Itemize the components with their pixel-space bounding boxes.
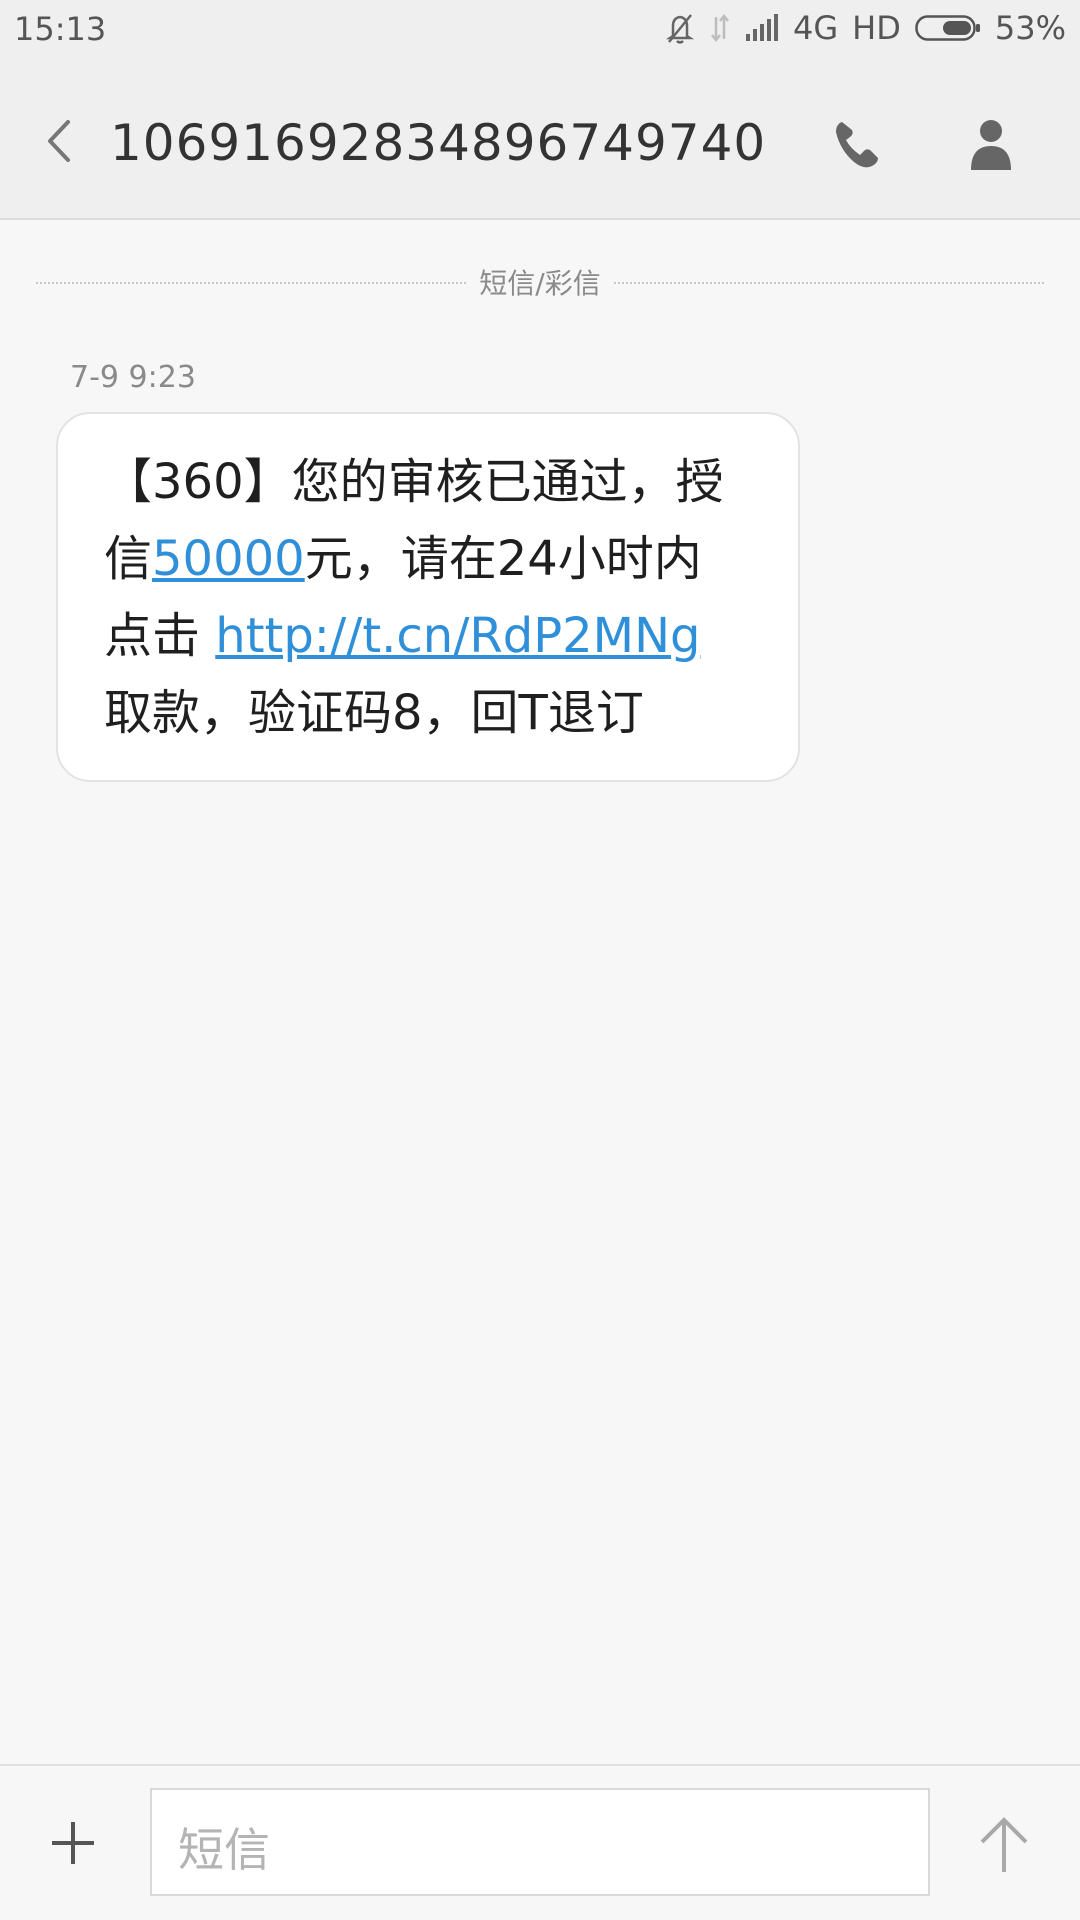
signal-icon xyxy=(746,14,779,41)
url-link[interactable]: http://t.cn/RdP2MNg xyxy=(215,608,700,664)
plus-icon[interactable] xyxy=(50,1820,96,1866)
message-type-divider: 短信/彩信 xyxy=(36,262,1044,302)
status-icons: 4G HD 53% xyxy=(665,8,1066,48)
status-bar: 15:13 4G HD 53% xyxy=(0,0,1080,56)
message-text: 元，请在24小时内 xyxy=(304,531,702,587)
back-chevron-icon[interactable] xyxy=(38,116,78,166)
message-timestamp: 7-9 9:23 xyxy=(70,360,196,395)
battery-percent: 53% xyxy=(994,9,1066,47)
message-line: 点击 http://t.cn/RdP2MNg xyxy=(104,598,760,675)
hd-indicator: HD xyxy=(852,9,901,47)
message-bubble[interactable]: 【360】您的审核已通过，授 信50000元，请在24小时内 点击 http:/… xyxy=(56,412,800,782)
message-text: 信 xyxy=(104,531,153,587)
person-icon[interactable] xyxy=(965,114,1017,172)
send-arrow-icon[interactable] xyxy=(976,1814,1032,1874)
amount-link[interactable]: 50000 xyxy=(152,531,305,587)
message-type-label: 短信/彩信 xyxy=(479,267,601,300)
message-line: 【360】您的审核已通过，授 xyxy=(104,454,724,510)
message-line: 取款，验证码8，回T退订 xyxy=(104,685,644,741)
message-text: 点击 xyxy=(104,608,216,664)
message-line: 信50000元，请在24小时内 xyxy=(104,521,760,598)
battery-icon xyxy=(915,15,980,41)
status-time: 15:13 xyxy=(14,10,107,48)
composer-bar: 短信 xyxy=(0,1764,1080,1920)
data-arrows-icon xyxy=(711,13,729,43)
message-input[interactable]: 短信 xyxy=(150,1788,930,1896)
phone-icon[interactable] xyxy=(830,116,886,172)
mute-bell-icon xyxy=(665,14,695,44)
network-type: 4G xyxy=(793,9,839,47)
message-input-placeholder: 短信 xyxy=(178,1823,270,1877)
divider-line-left xyxy=(36,282,466,284)
conversation-header: 10691692834896749740 xyxy=(0,56,1080,220)
divider-line-right xyxy=(614,282,1044,284)
conversation-title: 10691692834896749740 xyxy=(110,114,767,172)
